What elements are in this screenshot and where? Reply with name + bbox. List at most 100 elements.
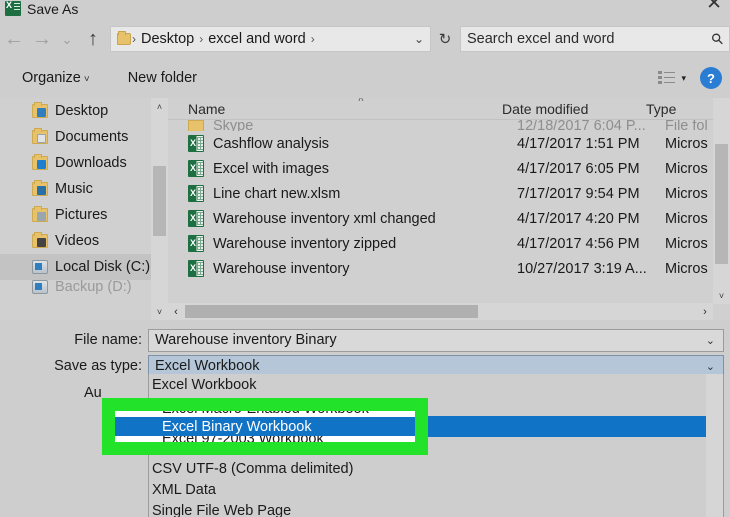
chevron-down-icon: ˅ (84, 74, 90, 85)
scroll-down-icon[interactable]: ˅ (713, 287, 730, 304)
column-header-date-modified[interactable]: Date modified (502, 101, 588, 117)
pictures-folder-icon (32, 208, 48, 222)
scroll-right-icon[interactable]: › (697, 303, 713, 320)
table-row[interactable]: Warehouse inventory 10/27/2017 3:19 A...… (168, 256, 730, 281)
table-row[interactable]: Cashflow analysis 4/17/2017 1:51 PM Micr… (168, 131, 730, 156)
back-button[interactable]: ← (0, 25, 28, 53)
file-rows: Skype 12/18/2017 6:04 P... File fol Cash… (168, 120, 730, 281)
file-date: 4/17/2017 4:56 PM (517, 236, 665, 252)
browser-area: Desktop Documents Downloads Music Pictur… (0, 98, 730, 320)
file-name-input[interactable]: Warehouse inventory Binary ⌄ (148, 329, 724, 352)
sidebar-item-label: Pictures (55, 207, 107, 223)
list-view-icon[interactable] (658, 71, 675, 85)
column-header-name[interactable]: Name (188, 101, 225, 117)
table-row[interactable]: Line chart new.xlsm 7/17/2017 9:54 PM Mi… (168, 181, 730, 206)
highlighted-option-97-2003[interactable]: Excel 97-2003 Workbook (115, 436, 415, 442)
file-name: Skype (213, 120, 517, 131)
command-toolbar: Organize˅ New folder ▾ ? (0, 58, 730, 98)
sidebar-scrollbar[interactable]: ˄ ˅ (151, 98, 168, 320)
table-row[interactable]: Warehouse inventory zipped 4/17/2017 4:5… (168, 231, 730, 256)
sidebar-item-downloads[interactable]: Downloads (0, 150, 168, 176)
folder-icon (188, 120, 204, 131)
excel-file-icon (188, 235, 204, 252)
downloads-folder-icon (32, 156, 48, 170)
dropdown-option-single-file-web-page[interactable]: Single File Web Page (149, 500, 723, 517)
navigation-bar: ← → ⌄ ↑ › Desktop › excel and word › ⌄ ↻… (0, 20, 730, 58)
address-bar[interactable]: › Desktop › excel and word › ⌄ (110, 26, 431, 52)
toolbar-right-group: ▾ ? (658, 67, 730, 89)
navigation-pane: Desktop Documents Downloads Music Pictur… (0, 98, 168, 320)
drive-icon (32, 260, 48, 274)
organize-label: Organize (22, 70, 81, 86)
videos-folder-icon (32, 234, 48, 248)
sidebar-item-label: Local Disk (C:) (55, 259, 150, 275)
address-dropdown-icon[interactable]: ⌄ (414, 32, 430, 46)
chevron-down-icon[interactable]: ▾ (681, 73, 686, 84)
dropdown-option-xml-data[interactable]: XML Data (149, 479, 723, 500)
window-title: Save As (27, 1, 78, 17)
breadcrumb-sep-2: › (310, 32, 316, 46)
excel-file-icon (188, 210, 204, 227)
file-name: Warehouse inventory zipped (213, 236, 517, 252)
file-date: 12/18/2017 6:04 P... (517, 120, 665, 131)
scroll-left-icon[interactable]: ‹ (168, 303, 184, 320)
up-button[interactable]: ↑ (78, 25, 108, 53)
close-icon[interactable]: ✕ (706, 0, 722, 14)
sidebar-item-label: Backup (D:) (55, 280, 132, 294)
scrollbar-thumb (715, 144, 728, 264)
column-header-type[interactable]: Type (646, 101, 676, 117)
file-date: 7/17/2017 9:54 PM (517, 186, 665, 202)
table-row[interactable]: Excel with images 4/17/2017 6:05 PM Micr… (168, 156, 730, 181)
breadcrumb-desktop[interactable]: Desktop (137, 31, 198, 47)
authors-label: Au (84, 385, 102, 401)
sidebar-item-videos[interactable]: Videos (0, 228, 168, 254)
highlight-inner: Excel Macro-Enabled Workbook Excel Binar… (115, 411, 415, 442)
file-name-label: File name: (0, 332, 148, 348)
file-name: Line chart new.xlsm (213, 186, 517, 202)
file-date: 4/17/2017 4:20 PM (517, 211, 665, 227)
file-name: Warehouse inventory (213, 261, 517, 277)
documents-folder-icon (32, 130, 48, 144)
search-input[interactable]: Search excel and word ⚲ (460, 26, 730, 52)
sidebar-item-backup-d[interactable]: Backup (D:) (0, 280, 168, 294)
save-as-type-value: Excel Workbook (155, 358, 260, 374)
help-button[interactable]: ? (700, 67, 722, 89)
table-row[interactable]: Warehouse inventory xml changed 4/17/201… (168, 206, 730, 231)
table-row[interactable]: Skype 12/18/2017 6:04 P... File fol (168, 120, 730, 131)
breadcrumb-excel-and-word[interactable]: excel and word (204, 31, 310, 47)
file-list-scrollbar[interactable]: ˅ (713, 98, 730, 304)
excel-file-icon (188, 135, 204, 152)
excel-file-icon (188, 185, 204, 202)
scrollbar-thumb[interactable] (185, 305, 478, 318)
recent-locations-button[interactable]: ⌄ (56, 25, 78, 53)
sidebar-item-label: Desktop (55, 103, 108, 119)
file-name: Cashflow analysis (213, 136, 517, 152)
file-list-horizontal-scrollbar[interactable]: ‹ › (168, 303, 713, 320)
column-headers: Name ˄ Date modified Type (168, 98, 730, 120)
refresh-icon[interactable]: ↻ (432, 26, 458, 52)
sort-ascending-icon: ˄ (358, 98, 364, 105)
highlighted-option-binary[interactable]: Excel Binary Workbook (115, 417, 415, 436)
new-folder-button[interactable]: New folder (120, 70, 205, 86)
sidebar-item-local-disk-c[interactable]: Local Disk (C:) (0, 254, 168, 280)
sidebar-item-label: Documents (55, 129, 128, 145)
dropdown-scrollbar[interactable] (706, 374, 723, 517)
chevron-down-icon[interactable]: ⌄ (706, 360, 723, 373)
dropdown-option-csv-utf-8[interactable]: CSV UTF-8 (Comma delimited) (149, 458, 723, 479)
dropdown-option-excel-workbook[interactable]: Excel Workbook (149, 374, 723, 395)
scrollbar-thumb[interactable] (153, 166, 166, 236)
file-name-row: File name: Warehouse inventory Binary ⌄ (0, 328, 730, 352)
drive-icon (32, 280, 48, 294)
scroll-up-icon[interactable]: ˄ (151, 98, 168, 115)
organize-button[interactable]: Organize˅ (14, 70, 98, 86)
sidebar-item-documents[interactable]: Documents (0, 124, 168, 150)
file-date: 4/17/2017 6:05 PM (517, 161, 665, 177)
scroll-down-icon[interactable]: ˅ (151, 303, 168, 320)
sidebar-item-desktop[interactable]: Desktop (0, 98, 168, 124)
chevron-down-icon[interactable]: ⌄ (706, 334, 723, 347)
forward-button[interactable]: → (28, 25, 56, 53)
sidebar-item-music[interactable]: Music (0, 176, 168, 202)
sidebar-item-pictures[interactable]: Pictures (0, 202, 168, 228)
highlight-annotation: Excel Macro-Enabled Workbook Excel Binar… (102, 398, 428, 455)
excel-file-icon (188, 260, 204, 277)
